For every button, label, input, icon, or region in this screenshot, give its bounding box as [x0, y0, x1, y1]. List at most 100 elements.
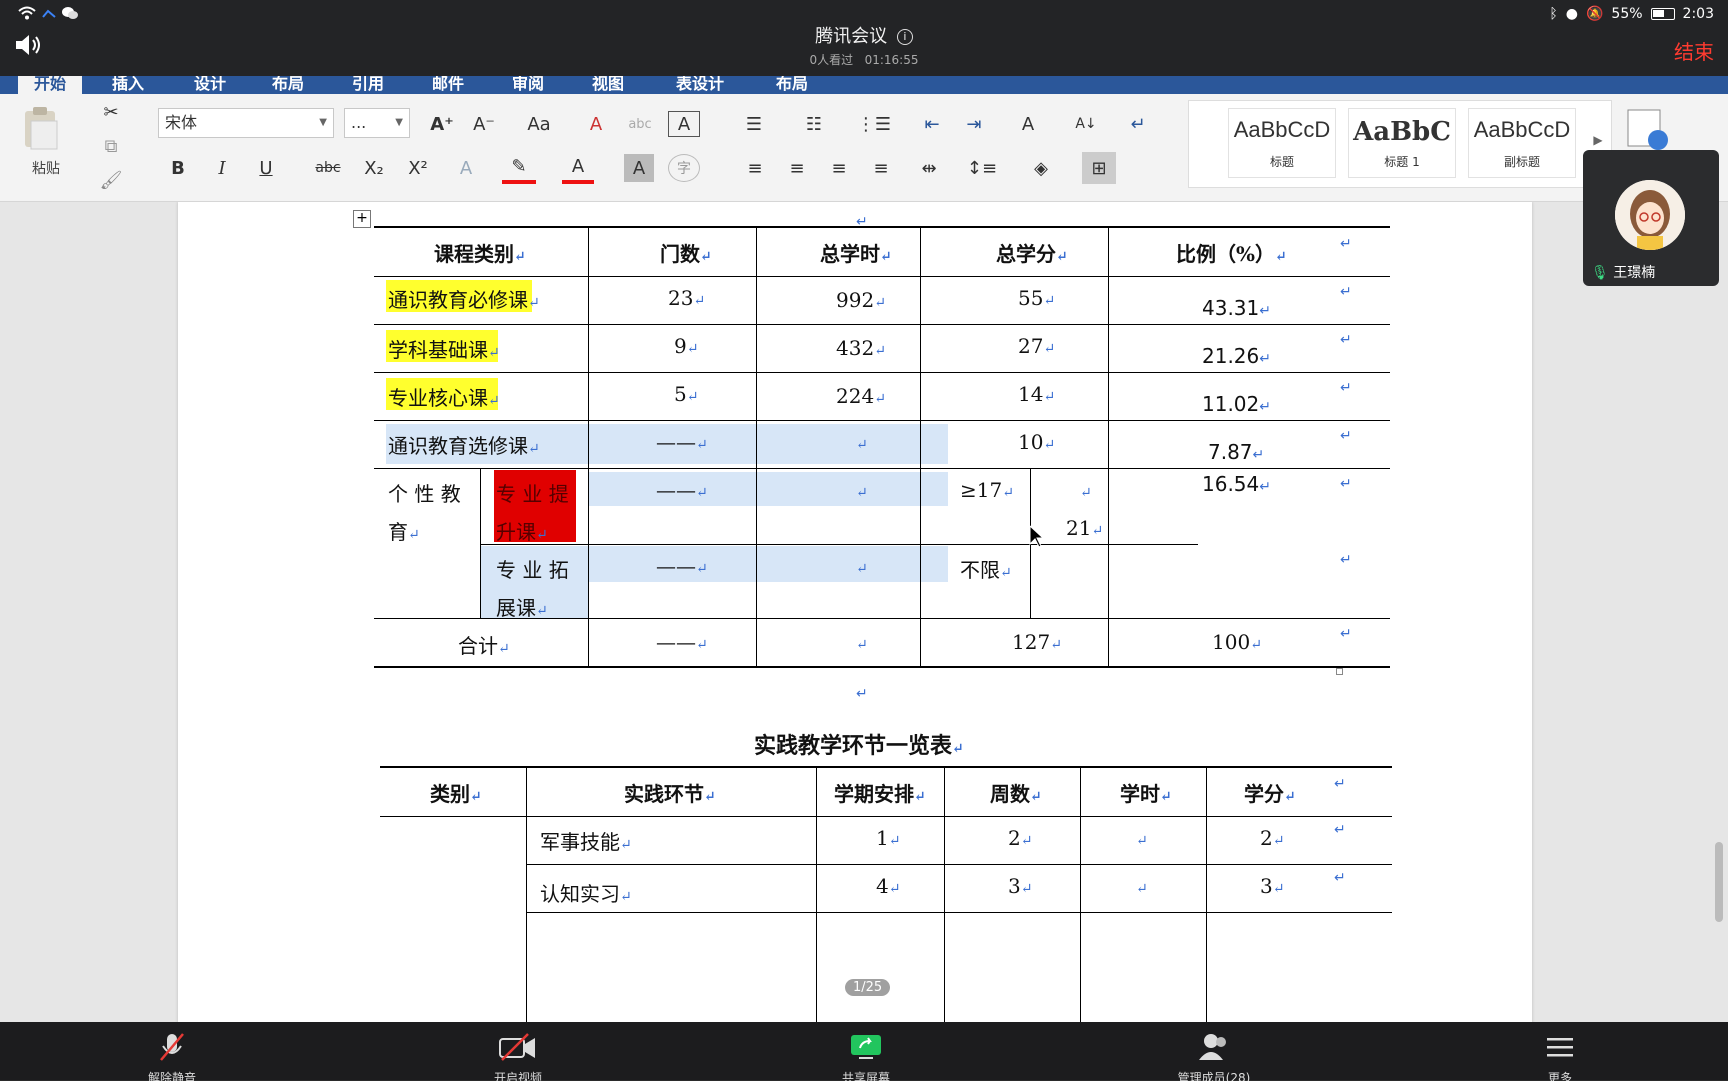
text-effects-icon[interactable]: A — [450, 152, 482, 184]
share-screen-button[interactable]: 共享屏幕 — [826, 1032, 906, 1081]
tab-layout[interactable]: 布局 — [272, 76, 304, 94]
paste-label: 粘贴 — [32, 161, 60, 177]
table-header: 总学分↵ — [996, 242, 1068, 266]
document-page: + ↵ 课程类别↵ 门数↵ 总学时↵ 总学分↵ 比例（%）↵ 通识教育必修课↵ … — [178, 202, 1532, 1022]
meeting-title-row[interactable]: 腾讯会议 i — [0, 22, 1728, 48]
italic-icon[interactable]: I — [206, 152, 238, 184]
align-right-icon[interactable]: ≡ — [824, 152, 854, 184]
status-icons-right: ᛒ ● 🔕 55% 2:03 — [1549, 6, 1714, 22]
row-end-mark: ↵ — [1340, 428, 1352, 444]
sort-icon[interactable]: A↓ — [1070, 108, 1102, 140]
strikethrough-icon[interactable]: abc — [310, 152, 346, 184]
numbering-icon[interactable]: ☷ — [796, 108, 832, 140]
table-cell: ↵ — [856, 561, 868, 577]
tab-view[interactable]: 视图 — [592, 76, 624, 94]
justify-icon[interactable]: ≡ — [866, 152, 896, 184]
font-color-icon[interactable]: A — [562, 152, 594, 184]
table-border — [374, 226, 1390, 228]
line-spacing-icon[interactable]: ↕≡ — [962, 152, 1002, 184]
align-center-icon[interactable]: ≡ — [782, 152, 812, 184]
table-cell: 23↵ — [668, 286, 706, 310]
bullets-icon[interactable]: ☰ — [736, 108, 772, 140]
style-heading1[interactable]: AaBbC 标题 1 — [1348, 108, 1456, 178]
chinese-layout-icon[interactable]: A — [1010, 108, 1046, 140]
table-cell: ——↵ — [656, 478, 708, 502]
table-cell: 432↵ — [836, 336, 886, 360]
end-meeting-button[interactable]: 结束 — [1674, 36, 1714, 65]
style-sample: AaBbC — [1353, 117, 1451, 147]
tab-home[interactable]: 开始 — [18, 76, 83, 94]
grow-font-icon[interactable]: A⁺ — [424, 108, 460, 140]
tab-insert[interactable]: 插入 — [112, 76, 144, 94]
table-cell: ——↵ — [656, 630, 708, 654]
table-cell: ↵ — [1136, 833, 1148, 849]
style-name: 副标题 — [1503, 155, 1540, 169]
table-resize-handle[interactable] — [1336, 668, 1343, 675]
align-left-icon[interactable]: ≡ — [740, 152, 770, 184]
table-cell: 4↵ — [876, 874, 901, 898]
tab-mailings[interactable]: 邮件 — [432, 76, 464, 94]
decrease-indent-icon[interactable]: ⇤ — [916, 108, 948, 140]
subscript-icon[interactable]: X₂ — [356, 152, 392, 184]
table-cell: ↵ — [856, 485, 868, 501]
mic-status-icon: ● — [1565, 6, 1578, 22]
tab-review[interactable]: 审阅 — [512, 76, 544, 94]
tab-table-layout[interactable]: 布局 — [776, 76, 808, 94]
tab-references[interactable]: 引用 — [352, 76, 384, 94]
document-area: + ↵ 课程类别↵ 门数↵ 总学时↵ 总学分↵ 比例（%）↵ 通识教育必修课↵ … — [0, 202, 1728, 1022]
table-header: 类别↵ — [430, 782, 482, 806]
highlight-blue — [588, 546, 948, 582]
table-cell: 127↵ — [1012, 630, 1062, 654]
vertical-scrollbar[interactable] — [1715, 842, 1723, 922]
underline-icon[interactable]: U — [250, 152, 282, 184]
info-icon[interactable]: i — [896, 29, 913, 45]
row-end-mark: ↵ — [1340, 236, 1352, 252]
highlight-icon[interactable]: ✎ — [502, 152, 536, 184]
tab-design[interactable]: 设计 — [194, 76, 226, 94]
unmute-button[interactable]: 解除静音 — [132, 1032, 212, 1081]
participant-tile[interactable]: 🎙 王璟楠 — [1583, 150, 1719, 286]
tab-table-design[interactable]: 表设计 — [676, 76, 724, 94]
clear-format-icon[interactable]: A — [578, 108, 614, 140]
table-cell: 5↵ — [674, 382, 699, 406]
copy-icon[interactable]: ⧉ — [98, 130, 124, 162]
char-shading-icon[interactable]: A — [624, 154, 654, 182]
increase-indent-icon[interactable]: ⇥ — [958, 108, 990, 140]
styles-pane-icon[interactable] — [1626, 108, 1670, 152]
table-header: 实践环节↵ — [624, 782, 716, 806]
multilevel-list-icon[interactable]: ⋮☰ — [856, 108, 892, 140]
table-cell: 16.54↵ — [1202, 472, 1271, 496]
format-painter-icon[interactable]: 🖌 — [98, 164, 124, 196]
table-cell: ——↵ — [656, 554, 708, 578]
phonetic-icon[interactable]: abc — [622, 108, 658, 140]
font-size-select[interactable]: ... ▼ — [344, 108, 410, 138]
table-border — [374, 420, 1390, 421]
manage-members-button[interactable]: 管理成员(28) — [1172, 1032, 1256, 1081]
font-name-select[interactable]: 宋体 ▼ — [158, 108, 334, 138]
paste-icon[interactable] — [16, 102, 66, 154]
style-subtitle[interactable]: AaBbCcD 副标题 — [1468, 108, 1576, 178]
table-move-handle-icon[interactable]: + — [353, 210, 371, 228]
table-cell: 2↵ — [1008, 826, 1033, 850]
char-border-icon[interactable]: A — [668, 111, 700, 137]
shading-icon[interactable]: ◈ — [1024, 152, 1058, 184]
borders-icon[interactable]: ⊞ — [1082, 152, 1116, 184]
table-cell: 992↵ — [836, 288, 886, 312]
enclose-char-icon[interactable]: 字 — [668, 154, 700, 182]
superscript-icon[interactable]: X² — [400, 152, 436, 184]
show-marks-icon[interactable]: ↵ — [1122, 108, 1154, 140]
table-header: 学期安排↵ — [834, 782, 926, 806]
style-sample: AaBbCcD — [1473, 117, 1571, 142]
distributed-icon[interactable]: ⇹ — [912, 152, 946, 184]
shrink-font-icon[interactable]: A⁻ — [466, 108, 502, 140]
bold-icon[interactable]: B — [162, 152, 194, 184]
table-border — [526, 864, 1392, 865]
wifi-icon — [18, 6, 36, 20]
start-video-button[interactable]: 开启视频 — [478, 1032, 558, 1081]
change-case-icon[interactable]: Aa — [518, 108, 560, 140]
cut-icon[interactable]: ✂ — [98, 96, 124, 128]
style-title[interactable]: AaBbCcD 标题 — [1228, 108, 1336, 178]
more-button[interactable]: 更多 — [1520, 1032, 1600, 1081]
table-cell: 9↵ — [674, 334, 699, 358]
table-border — [756, 226, 757, 668]
